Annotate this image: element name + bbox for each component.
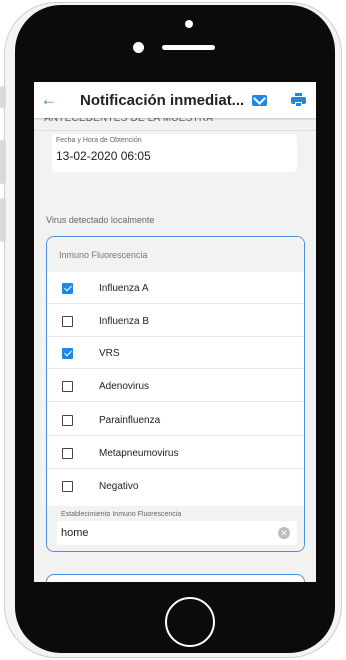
establishment-input[interactable]: home ✕ <box>57 521 297 545</box>
list-item-label: VRS <box>99 348 120 359</box>
list-item-influenza-b[interactable]: Influenza B <box>47 305 304 337</box>
app-bar: ← Notificación inmediat... <box>34 82 316 118</box>
sensor-icon <box>133 42 144 53</box>
home-button[interactable] <box>165 597 215 647</box>
date-field-value: 13-02-2020 06:05 <box>56 149 151 163</box>
list-item-influenza-a[interactable]: Influenza A <box>47 272 304 304</box>
list-item-label: Influenza A <box>99 283 149 294</box>
date-field-label: Fecha y Hora de Obtención <box>56 137 142 144</box>
next-card <box>46 574 305 582</box>
volume-down-button <box>0 198 6 242</box>
list-item-negativo[interactable]: Negativo <box>47 470 304 502</box>
volume-up-button <box>0 140 6 184</box>
list-item-parainfluenza[interactable]: Parainfluenza <box>47 404 304 436</box>
checkbox[interactable] <box>62 448 73 459</box>
establishment-value: home <box>61 527 89 539</box>
app-screen: ANTECEDENTES DE LA MUESTRA ← Notificació… <box>34 82 316 582</box>
checkbox[interactable] <box>62 415 73 426</box>
earpiece-speaker <box>162 45 215 50</box>
checkbox[interactable] <box>62 481 73 492</box>
list-item-vrs[interactable]: VRS <box>47 337 304 369</box>
mail-icon[interactable] <box>252 94 267 106</box>
list-item-adenovirus[interactable]: Adenovirus <box>47 370 304 402</box>
checkbox[interactable] <box>62 381 73 392</box>
checkbox[interactable] <box>62 283 73 294</box>
establishment-section: Establecimiento Inmuno Fluorescencia hom… <box>47 506 304 551</box>
page-title: Notificación inmediat... <box>80 91 245 109</box>
checkbox[interactable] <box>62 316 73 327</box>
list-item-label: Adenovirus <box>99 381 150 392</box>
checkbox[interactable] <box>62 348 73 359</box>
sample-date-field[interactable]: Fecha y Hora de Obtención 13-02-2020 06:… <box>52 134 297 172</box>
back-arrow-icon[interactable]: ← <box>34 82 64 118</box>
print-icon[interactable] <box>291 93 306 107</box>
list-item-label: Parainfluenza <box>99 415 161 426</box>
list-item-label: Negativo <box>99 481 139 492</box>
card-title: Inmuno Fluorescencia <box>47 237 304 272</box>
list-item-label: Metapneumovirus <box>99 448 179 459</box>
front-camera-icon <box>185 20 193 28</box>
virus-card: Inmuno Fluorescencia Influenza A Influen… <box>46 236 305 552</box>
list-item-label: Influenza B <box>99 316 150 327</box>
list-item-metapneumovirus[interactable]: Metapneumovirus <box>47 437 304 469</box>
virus-section-label: Virus detectado localmente <box>46 215 155 225</box>
divider <box>34 130 316 131</box>
establishment-label: Establecimiento Inmuno Fluorescencia <box>61 511 182 518</box>
clear-icon[interactable]: ✕ <box>278 527 290 539</box>
mute-switch <box>0 86 6 108</box>
